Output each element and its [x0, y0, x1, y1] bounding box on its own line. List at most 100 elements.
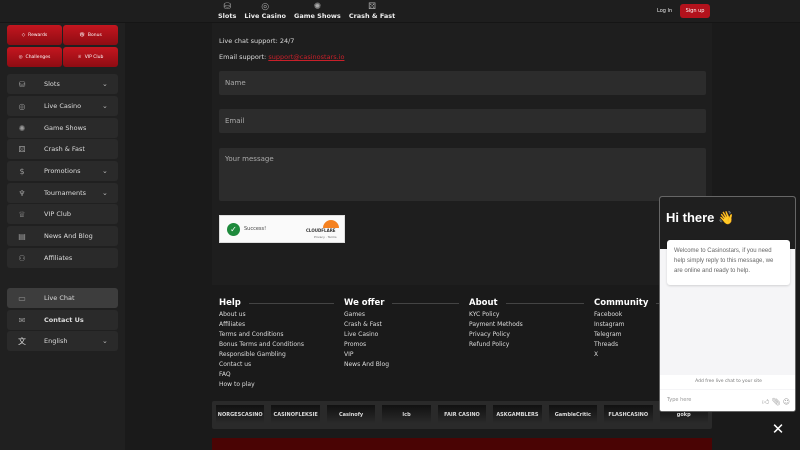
footer-link[interactable]: Privacy Policy [469, 331, 584, 338]
sidebar-item-affiliates[interactable]: ⚇ Affiliates [7, 248, 118, 268]
captcha-links[interactable]: Privacy · Terms [314, 235, 337, 239]
close-icon: ✕ [771, 420, 785, 438]
partner-logo[interactable]: GambleCritic [548, 405, 598, 424]
topnav-live-casino[interactable]: ◎ Live Casino [244, 2, 286, 20]
affiliates-icon: ⚇ [18, 253, 26, 263]
sidebar-item-news-blog[interactable]: ▤ News And Blog [7, 226, 118, 246]
partner-logos: NORGESCASINO CASINOFLEKSIE Casinofy lcb FAIR… [212, 401, 712, 429]
cloud-icon [323, 220, 339, 228]
chevron-down-icon[interactable]: ⌄ [102, 189, 118, 197]
footer-about: About KYC Policy Payment Methods Privacy Po… [469, 298, 584, 348]
footer-link[interactable]: Refund Policy [469, 341, 584, 348]
footer-link[interactable]: About us [219, 311, 334, 318]
partner-logo[interactable]: NORGESCASINO [216, 405, 265, 424]
footer-link[interactable]: Affiliates [219, 321, 334, 328]
sidebar: ◇ Rewards 🎁︎ Bonus ◎ Challenges ♕ VIP Club ⛁… [0, 23, 125, 450]
footer-link[interactable]: Bonus Terms and Conditions [219, 341, 334, 348]
dice-icon: ⚄ [18, 144, 26, 154]
check-icon: ✓ [227, 223, 240, 236]
sidebar-item-live-chat[interactable]: ▭ Live Chat [7, 288, 118, 308]
footer-link[interactable]: Payment Methods [469, 321, 584, 328]
crown-icon: ♕ [18, 209, 26, 219]
vip-club-button[interactable]: ♕ VIP Club [63, 47, 118, 67]
sidebar-item-live-casino[interactable]: ◎ Live Casino ⌄ [7, 96, 118, 116]
footer-we-offer: We offer Games Crash & Fast Live Casino Prom… [344, 298, 459, 368]
login-button[interactable]: Log In [652, 6, 677, 16]
footer-help: Help About us Affiliates Terms and Conditio… [219, 298, 334, 388]
sidebar-item-promotions[interactable]: $ Promotions ⌄ [7, 161, 118, 181]
chevron-down-icon[interactable]: ⌄ [102, 167, 118, 175]
rewards-button[interactable]: ◇ Rewards [7, 25, 62, 45]
slots-icon: ⛁ [223, 2, 231, 12]
footer-link[interactable]: FAQ [219, 371, 334, 378]
chevron-down-icon[interactable]: ⌄ [102, 80, 118, 88]
cloudflare-logo: CLOUDFLARE [306, 228, 336, 233]
email-link[interactable]: support@casinostars.io [268, 53, 344, 61]
crown-icon: ♕ [77, 54, 82, 60]
sidebar-item-slots[interactable]: ⛁ Slots ⌄ [7, 74, 118, 94]
signup-button[interactable]: Sign up [680, 4, 710, 18]
sidebar-item-tournaments[interactable]: ♆ Tournaments ⌄ [7, 183, 118, 203]
newspaper-icon: ▤ [18, 231, 26, 241]
language-selector[interactable]: 文 English ⌄ [7, 331, 118, 351]
partner-logo[interactable]: CASINOFLEKSIE [271, 405, 320, 424]
topnav-game-shows[interactable]: ✺ Game Shows [294, 2, 341, 20]
top-bar: ⛁ Slots ◎ Live Casino ✺ Game Shows ⚄ Crash &… [0, 0, 800, 23]
partner-logo[interactable]: FLASHCASINO [604, 405, 653, 424]
chat-input[interactable]: Type here 👍︎ 📎︎ ☺ [660, 390, 795, 411]
chat-branding-link[interactable]: Add free live chat to your site [660, 375, 795, 389]
partner-logo[interactable]: ASKGAMBLERS [493, 405, 542, 424]
sidebar-item-contact-us[interactable]: ✉ Contact Us [7, 310, 118, 330]
thumbs-up-icon[interactable]: 👍︎ [762, 398, 769, 406]
challenges-button[interactable]: ◎ Challenges [7, 47, 62, 67]
gift-icon: 🎁︎ [79, 32, 85, 38]
sidebar-item-game-shows[interactable]: ✺ Game Shows [7, 118, 118, 138]
money-bag-icon: $ [19, 166, 25, 176]
chat-icon: ▭ [18, 293, 26, 303]
partner-logo[interactable]: lcb [382, 405, 431, 424]
chat-widget: Hi there 👋 Welcome to Casinostars, if yo… [659, 196, 796, 412]
email-input[interactable]: Email [219, 109, 706, 133]
footer-link[interactable]: News And Blog [344, 361, 459, 368]
email-support-text: Email support: support@casinostars.io [219, 53, 345, 61]
footer-link[interactable]: KYC Policy [469, 311, 584, 318]
roulette-icon: ◎ [261, 2, 270, 12]
footer-link[interactable]: Contact us [219, 361, 334, 368]
partner-logo[interactable]: Casinofy [326, 405, 376, 424]
footer-link[interactable]: VIP [344, 351, 459, 358]
topnav-slots[interactable]: ⛁ Slots [218, 2, 236, 20]
dice-icon: ⚄ [368, 2, 376, 12]
footer-banner [212, 438, 712, 450]
topnav-crash-fast[interactable]: ⚄ Crash & Fast [349, 2, 395, 20]
game-shows-icon: ✺ [18, 123, 26, 133]
footer-link[interactable]: How to play [219, 381, 334, 388]
attachment-icon[interactable]: 📎︎ [772, 398, 781, 406]
footer-link[interactable]: Crash & Fast [344, 321, 459, 328]
partner-logo[interactable]: FAIR CASINO [437, 405, 487, 424]
footer-link[interactable]: Responsible Gambling [219, 351, 334, 358]
footer-link[interactable]: Live Casino [344, 331, 459, 338]
chevron-down-icon[interactable]: ⌄ [102, 102, 118, 110]
translate-icon: 文 [18, 336, 26, 346]
top-nav: ⛁ Slots ◎ Live Casino ✺ Game Shows ⚄ Crash &… [218, 2, 395, 20]
sidebar-item-vip-club[interactable]: ♕ VIP Club [7, 204, 118, 224]
game-shows-icon: ✺ [313, 2, 322, 12]
message-textarea[interactable]: Your message [219, 148, 706, 201]
chat-message: Welcome to Casinostars, if you need help… [667, 240, 790, 285]
trophy-icon: ♆ [18, 188, 26, 198]
close-chat-button[interactable]: ✕ [769, 420, 787, 438]
chevron-down-icon[interactable]: ⌄ [102, 337, 118, 345]
sidebar-item-crash-fast[interactable]: ⚄ Crash & Fast [7, 139, 118, 159]
footer-link[interactable]: Terms and Conditions [219, 331, 334, 338]
diamond-icon: ◇ [21, 32, 26, 38]
target-icon: ◎ [18, 54, 23, 60]
live-chat-support-text: Live chat support: 24/7 [219, 37, 295, 45]
footer-link[interactable]: Promos [344, 341, 459, 348]
footer-link[interactable]: Games [344, 311, 459, 318]
bonus-button[interactable]: 🎁︎ Bonus [63, 25, 118, 45]
emoji-icon[interactable]: ☺ [783, 398, 790, 406]
roulette-icon: ◎ [18, 101, 26, 111]
slots-icon: ⛁ [18, 79, 26, 89]
captcha-widget[interactable]: ✓ Success! CLOUDFLARE Privacy · Terms [219, 215, 345, 243]
name-input[interactable]: Name [219, 71, 706, 95]
